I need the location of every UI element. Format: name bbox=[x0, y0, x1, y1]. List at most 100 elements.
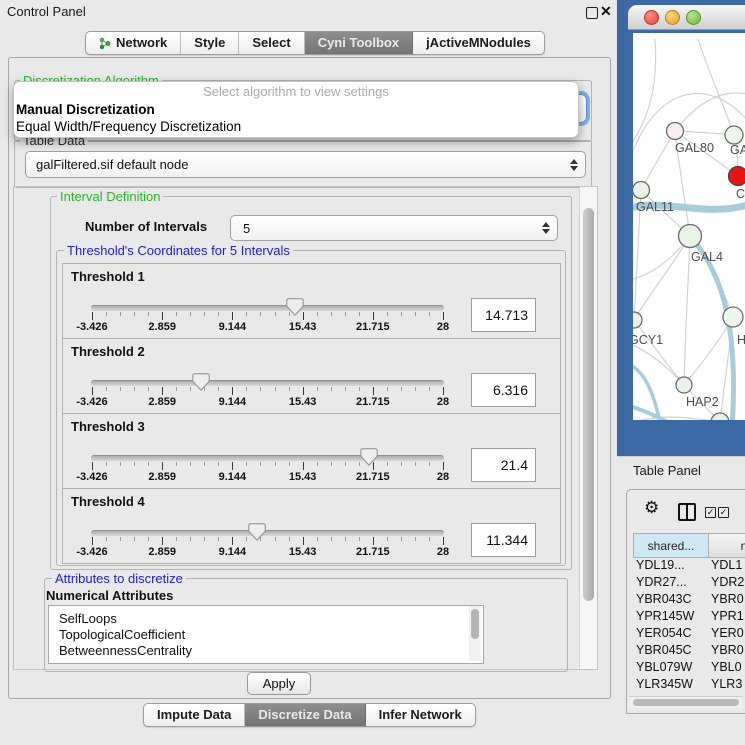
table-row[interactable]: YPR145WYPR1 bbox=[627, 609, 745, 626]
tab-jactivemnodules[interactable]: jActiveMNodules bbox=[413, 32, 544, 54]
slider-tick-minor bbox=[106, 312, 107, 316]
threshold-value-field[interactable]: 14.713 bbox=[471, 298, 536, 332]
attribute-item-betweennesscentrality[interactable]: BetweennessCentrality bbox=[49, 643, 483, 659]
network-canvas[interactable]: GAL80GACGAL11GAL4GCY1HHAP2 bbox=[633, 33, 745, 420]
slider-tick-minor bbox=[134, 387, 135, 391]
zoom-window-icon[interactable] bbox=[686, 10, 701, 25]
close-icon[interactable]: ✕ bbox=[600, 3, 612, 20]
slider-tick-minor bbox=[260, 462, 261, 466]
threshold-slider-track[interactable] bbox=[91, 305, 444, 311]
tab-impute-data[interactable]: Impute Data bbox=[144, 704, 245, 726]
slider-tick-minor bbox=[317, 537, 318, 541]
slider-tick-minor bbox=[275, 462, 276, 466]
threshold-slider-track[interactable] bbox=[91, 455, 444, 461]
tab-infer-network[interactable]: Infer Network bbox=[366, 704, 475, 726]
network-window-titlebar[interactable] bbox=[628, 5, 745, 30]
network-node[interactable] bbox=[711, 413, 729, 420]
slider-tick bbox=[303, 387, 304, 395]
settings-vertical-scrollbar[interactable] bbox=[579, 187, 597, 669]
slider-tick-minor bbox=[134, 537, 135, 541]
table-data-combobox[interactable]: galFiltered.sif default node bbox=[25, 151, 586, 178]
slider-tick-minor bbox=[275, 537, 276, 541]
network-node-gal4[interactable] bbox=[679, 225, 702, 248]
slider-handle[interactable] bbox=[192, 373, 210, 391]
table-row[interactable]: YLR345WYLR3 bbox=[627, 677, 745, 694]
slider-tick bbox=[162, 312, 163, 320]
network-node-gal80[interactable] bbox=[667, 123, 684, 140]
cell-shared-name: YBL079W bbox=[636, 660, 692, 674]
network-node-label: H bbox=[737, 333, 745, 347]
table-row[interactable]: YDL19...YDL1 bbox=[627, 558, 745, 575]
cell-name: YIL0 bbox=[711, 694, 737, 695]
table-row[interactable]: YBR043CYBR0 bbox=[627, 592, 745, 609]
cell-shared-name: YPR145W bbox=[636, 609, 694, 623]
scrollbar-thumb[interactable] bbox=[583, 208, 594, 601]
threshold-value-field[interactable]: 21.4 bbox=[471, 448, 536, 482]
checkbox-icon[interactable]: ✓ bbox=[705, 507, 716, 518]
apply-button[interactable]: Apply bbox=[247, 672, 311, 695]
table-row[interactable]: YBL079WYBL0 bbox=[627, 660, 745, 677]
slider-tick-label: 21.715 bbox=[348, 396, 398, 408]
network-node-gal11[interactable] bbox=[633, 182, 650, 199]
network-edge bbox=[633, 341, 684, 385]
tab-cyni-toolbox[interactable]: Cyni Toolbox bbox=[305, 32, 413, 54]
algorithm-dropdown-hint: Select algorithm to view settings bbox=[14, 82, 578, 101]
float-panel-icon[interactable] bbox=[586, 7, 598, 19]
network-node-c[interactable] bbox=[729, 167, 745, 186]
scrollbar-thumb[interactable] bbox=[633, 699, 739, 706]
minimize-window-icon[interactable] bbox=[665, 10, 680, 25]
threshold-slider-track[interactable] bbox=[91, 530, 444, 536]
cell-shared-name: YLR345W bbox=[636, 677, 693, 691]
algorithm-option-manual-discretization[interactable]: Manual Discretization bbox=[14, 101, 578, 118]
slider-tick-minor bbox=[120, 462, 121, 466]
numerical-attributes-list[interactable]: SelfLoopsTopologicalCoefficientBetweenne… bbox=[48, 605, 484, 664]
threshold-slider-track[interactable] bbox=[91, 380, 444, 386]
tab-select[interactable]: Select bbox=[239, 32, 304, 54]
tab-network[interactable]: Network bbox=[86, 32, 181, 54]
slider-tick bbox=[232, 462, 233, 470]
tab-label: Style bbox=[194, 32, 225, 54]
slider-tick bbox=[232, 387, 233, 395]
table-row[interactable]: YDR27...YDR2 bbox=[627, 575, 745, 592]
column-header-shared-name[interactable]: shared... bbox=[633, 533, 709, 558]
threshold-value-field[interactable]: 11.344 bbox=[471, 523, 536, 557]
scrollbar-thumb[interactable] bbox=[471, 609, 479, 639]
network-node-gcy1[interactable] bbox=[633, 312, 642, 328]
slider-tick-minor bbox=[415, 312, 416, 316]
tab-style[interactable]: Style bbox=[181, 32, 239, 54]
tab-discretize-data[interactable]: Discretize Data bbox=[245, 704, 365, 726]
slider-tick bbox=[162, 537, 163, 545]
table-horizontal-scrollbar[interactable] bbox=[629, 696, 743, 708]
slider-tick-label: 9.144 bbox=[207, 546, 257, 558]
network-node-hap2[interactable] bbox=[676, 377, 692, 393]
attributes-list-scrollbar[interactable] bbox=[469, 606, 481, 661]
checkbox-icon[interactable]: ✓ bbox=[718, 507, 729, 518]
table-data-combobox-value: galFiltered.sif default node bbox=[36, 152, 188, 177]
network-node-ga[interactable] bbox=[725, 126, 743, 144]
algorithm-option-equal-width-frequency-discretization[interactable]: Equal Width/Frequency Discretization bbox=[14, 118, 578, 135]
slider-tick-minor bbox=[176, 312, 177, 316]
slider-tick-minor bbox=[387, 462, 388, 466]
slider-tick-minor bbox=[134, 462, 135, 466]
table-row[interactable]: YIL052CYIL0 bbox=[627, 694, 745, 695]
column-header-name[interactable]: n bbox=[708, 533, 745, 558]
network-edge bbox=[633, 417, 720, 420]
slider-handle[interactable] bbox=[286, 298, 304, 316]
split-table-icon[interactable] bbox=[678, 503, 696, 521]
slider-tick-minor bbox=[387, 387, 388, 391]
number-of-intervals-combobox[interactable]: 5 bbox=[230, 215, 558, 241]
tab-label: Network bbox=[116, 32, 167, 54]
table-row[interactable]: YBR045CYBR0 bbox=[627, 643, 745, 660]
table-row[interactable]: YER054CYER0 bbox=[627, 626, 745, 643]
gear-icon[interactable]: ⚙ bbox=[644, 498, 659, 518]
threshold-value-field[interactable]: 6.316 bbox=[471, 373, 536, 407]
close-window-icon[interactable] bbox=[644, 10, 659, 25]
slider-tick bbox=[232, 537, 233, 545]
slider-handle[interactable] bbox=[248, 523, 266, 541]
slider-tick-minor bbox=[359, 387, 360, 391]
attribute-item-topologicalcoefficient[interactable]: TopologicalCoefficient bbox=[49, 627, 483, 643]
threshold-label: Threshold 3 bbox=[71, 419, 145, 434]
slider-handle[interactable] bbox=[360, 448, 378, 466]
network-node-h[interactable] bbox=[723, 307, 743, 327]
attribute-item-selfloops[interactable]: SelfLoops bbox=[49, 611, 483, 627]
